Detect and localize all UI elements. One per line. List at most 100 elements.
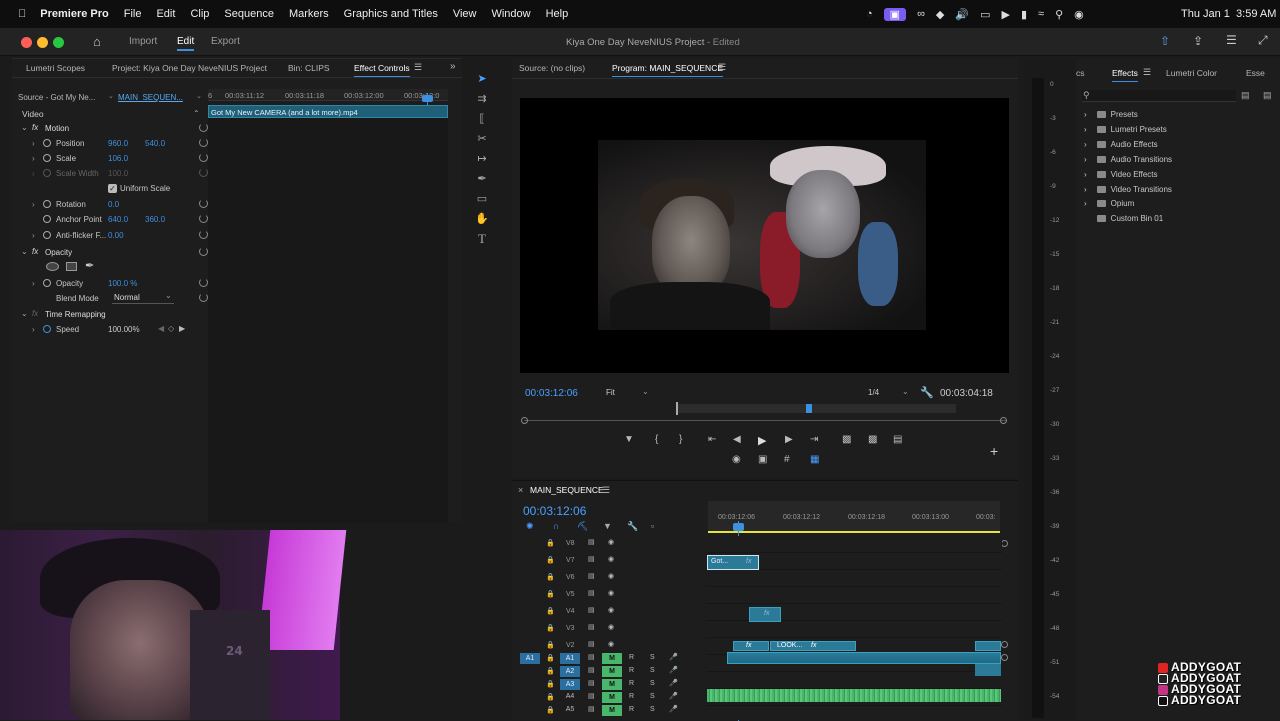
track-v8[interactable]: 🔒 V8 ▤ ◉ (516, 536, 706, 552)
next-keyframe-icon[interactable]: ▶ (179, 324, 185, 333)
opacity-fx-icon[interactable]: fx (32, 247, 38, 256)
sync-lock-icon[interactable]: ▤ (588, 572, 595, 580)
solo-button[interactable]: S (650, 706, 655, 713)
lock-icon[interactable]: 🔒 (546, 624, 555, 632)
slip-tool-icon[interactable]: ↦ (475, 152, 489, 166)
eye-icon[interactable]: ◉ (608, 623, 614, 631)
folder-custom-bin[interactable]: ›Custom Bin 01 (1084, 214, 1163, 223)
tab-lumetri-color[interactable]: Lumetri Color (1166, 68, 1217, 78)
track-target-a3[interactable]: A3 (560, 679, 580, 690)
antiflicker-value[interactable]: 0.00 (108, 231, 124, 240)
folder-presets[interactable]: › Presets (1084, 110, 1138, 119)
type-tool-icon[interactable]: T (475, 232, 489, 246)
time-remap-expand-icon[interactable]: ⌄ (21, 309, 28, 318)
home-icon[interactable]: ⌂ (93, 34, 101, 49)
sync-lock-icon[interactable]: ▤ (588, 692, 595, 700)
sync-lock-icon[interactable]: ▤ (588, 555, 595, 563)
source-dropdown-icon[interactable]: ⌄ (108, 92, 114, 100)
timeline-scroll-handle[interactable] (1001, 540, 1008, 547)
track-target-a5[interactable]: A5 (560, 706, 580, 713)
lock-icon[interactable]: 🔒 (546, 641, 555, 649)
opacity-stopwatch-icon[interactable] (43, 279, 51, 287)
mute-button[interactable]: M (602, 692, 622, 703)
captions-icon[interactable]: ▫ (651, 521, 654, 531)
tab-lumetri-scopes[interactable]: Lumetri Scopes (26, 63, 85, 73)
menu-edit[interactable]: Edit (156, 8, 175, 20)
snap-icon[interactable]: ∩ (553, 521, 559, 531)
reset-anchor-icon[interactable] (199, 214, 208, 223)
anchor-x-value[interactable]: 640.0 (108, 215, 128, 224)
apple-icon[interactable]:  (18, 8, 26, 20)
menu-markers[interactable]: Markers (289, 8, 329, 20)
position-x-value[interactable]: 960.0 (108, 139, 128, 148)
fx-playhead-handle[interactable] (422, 95, 433, 102)
program-timecode[interactable]: 00:03:12:06 (525, 388, 578, 399)
panel-menu-icon[interactable]: ☰ (414, 62, 422, 73)
mark-out-icon[interactable]: } (679, 434, 682, 445)
track-v7[interactable]: 🔒 V7 ▤ ◉ (516, 553, 706, 569)
lock-icon[interactable]: 🔒 (546, 654, 555, 662)
solo-button[interactable]: S (650, 654, 655, 661)
effects-search-input[interactable]: ⚲ (1082, 90, 1236, 102)
go-to-in-icon[interactable]: ⇤ (708, 434, 716, 445)
mic-icon[interactable]: 🎤 (669, 679, 678, 687)
sequence-link[interactable]: MAIN_SEQUEN... (118, 93, 183, 102)
mute-button[interactable]: M (602, 679, 622, 690)
folder-audio-transitions[interactable]: › Audio Transitions (1084, 155, 1172, 164)
audio-waveform-a4[interactable] (707, 689, 1001, 702)
workspace-edit[interactable]: Edit (177, 36, 195, 51)
mute-button[interactable]: M (602, 666, 622, 677)
export-frame-icon[interactable]: ▤ (893, 434, 902, 445)
record-button[interactable]: R (629, 693, 634, 700)
ellipse-mask-icon[interactable] (46, 262, 59, 271)
clip-v4[interactable]: fx (749, 607, 781, 622)
minimize-window-button[interactable] (37, 37, 48, 48)
safe-margins-icon[interactable]: ▣ (758, 454, 767, 465)
lock-icon[interactable]: 🔒 (546, 556, 555, 564)
sync-lock-icon[interactable]: ▤ (588, 666, 595, 674)
razor-tool-icon[interactable]: ✂ (475, 132, 489, 146)
pen-mask-icon[interactable]: ✒ (85, 259, 94, 272)
add-marker-tl-icon[interactable]: ▼ (603, 521, 612, 531)
close-sequence-icon[interactable]: × (518, 485, 523, 495)
fx-badge-icon[interactable]: fx (32, 123, 38, 132)
control-center-icon[interactable]: ◉ (1074, 8, 1084, 21)
motion-expand-icon[interactable]: ⌄ (21, 123, 28, 132)
position-stopwatch-icon[interactable] (43, 139, 51, 147)
display-icon[interactable]: ▭ (980, 8, 990, 21)
timeline-ruler[interactable]: 00:03:12:06 00:03:12:12 00:03:12:18 00:0… (708, 501, 1000, 531)
lock-icon[interactable]: 🔒 (546, 539, 555, 547)
close-window-button[interactable] (21, 37, 32, 48)
track-v4[interactable]: 🔒 V4 ▤ ◉ (516, 604, 706, 620)
scale-width-expand-icon[interactable]: › (32, 169, 35, 178)
anchor-y-value[interactable]: 360.0 (145, 215, 165, 224)
mark-in-icon[interactable]: { (655, 434, 658, 445)
menu-sequence[interactable]: Sequence (224, 8, 274, 20)
timeline-timecode[interactable]: 00:03:12:06 (523, 504, 586, 518)
uniform-scale-checkbox[interactable]: ✓ (108, 184, 117, 193)
audio-clip-a2[interactable] (975, 664, 1001, 676)
app-menu[interactable]: Premiere Pro (40, 8, 108, 20)
scrub-bar[interactable] (524, 420, 1006, 421)
play-status-icon[interactable]: ▶ (1001, 8, 1009, 21)
sync-lock-icon[interactable]: ▤ (588, 705, 595, 713)
prev-keyframe-icon[interactable]: ◀ (158, 324, 164, 333)
track-v5[interactable]: 🔒 V5 ▤ ◉ (516, 587, 706, 603)
solo-button[interactable]: S (650, 680, 655, 687)
lock-icon[interactable]: 🔒 (546, 607, 555, 615)
scrub-end-handle[interactable] (1000, 417, 1007, 424)
track-select-icon[interactable]: ⇉ (475, 92, 489, 106)
linked-selection-icon[interactable]: ⛏ (577, 521, 588, 532)
eye-icon[interactable]: ◉ (608, 606, 614, 614)
status-app-icon[interactable]: ◔ (866, 8, 873, 20)
tab-source[interactable]: Source: (no clips) (519, 63, 585, 73)
menu-help[interactable]: Help (546, 8, 569, 20)
folder-video-effects[interactable]: › Video Effects (1084, 170, 1158, 179)
source-clip-label[interactable]: Source - Got My Ne... (18, 93, 95, 102)
track-target-a2[interactable]: A2 (560, 666, 580, 677)
tab-essential[interactable]: Esse (1246, 68, 1265, 78)
mic-icon[interactable]: 🎤 (669, 705, 678, 713)
lift-icon[interactable]: ▩ (842, 434, 851, 445)
eye-icon[interactable]: ◉ (608, 589, 614, 597)
fullscreen-icon[interactable]: ⤢ (1258, 33, 1268, 48)
